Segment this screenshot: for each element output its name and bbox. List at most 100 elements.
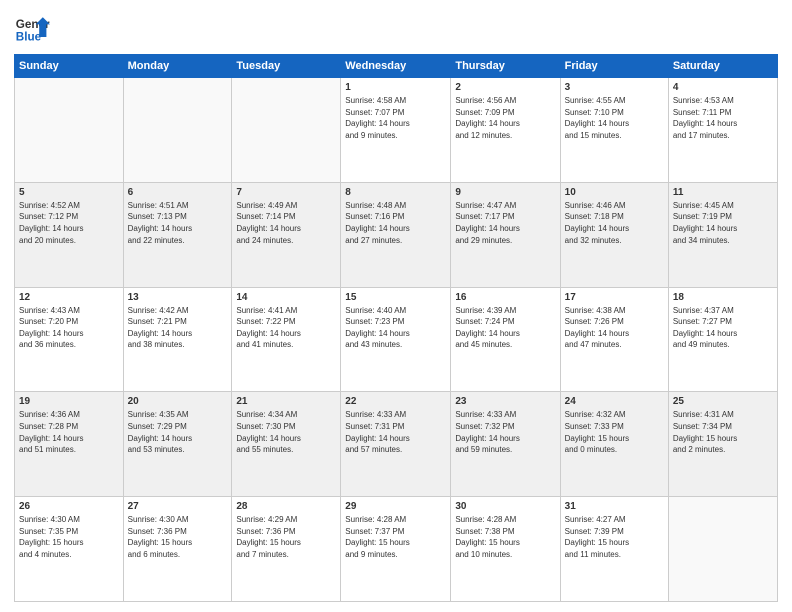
calendar-week-5: 26 Sunrise: 4:30 AM Sunset: 7:35 PM Dayli… (15, 497, 778, 602)
day-number: 15 (345, 292, 446, 303)
calendar-table: SundayMondayTuesdayWednesdayThursdayFrid… (14, 54, 778, 602)
calendar-cell (15, 78, 124, 183)
day-info: Sunrise: 4:33 AM Sunset: 7:31 PM Dayligh… (345, 409, 446, 455)
day-number: 14 (236, 292, 336, 303)
weekday-sunday: Sunday (15, 55, 124, 78)
calendar-cell: 11 Sunrise: 4:45 AM Sunset: 7:19 PM Dayli… (668, 182, 777, 287)
day-number: 6 (128, 187, 228, 198)
calendar-cell: 18Sunrise: 4:37 AM Sunset: 7:27 PM Dayli… (668, 287, 777, 392)
day-info: Sunrise: 4:53 AM Sunset: 7:11 PM Dayligh… (673, 95, 773, 141)
header: General Blue (14, 10, 778, 46)
day-info: Sunrise: 4:30 AM Sunset: 7:35 PM Dayligh… (19, 514, 119, 560)
calendar-cell: 12 Sunrise: 4:43 AM Sunset: 7:20 PM Dayli… (15, 287, 124, 392)
day-number: 17 (565, 292, 664, 303)
day-number: 26 (19, 501, 119, 512)
day-number: 20 (128, 396, 228, 407)
calendar-week-1: 1 Sunrise: 4:58 AM Sunset: 7:07 PM Daylig… (15, 78, 778, 183)
calendar-cell: 6Sunrise: 4:51 AM Sunset: 7:13 PM Daylig… (123, 182, 232, 287)
calendar-cell: 2 Sunrise: 4:56 AM Sunset: 7:09 PM Daylig… (451, 78, 560, 183)
day-number: 22 (345, 396, 446, 407)
day-info: Sunrise: 4:40 AM Sunset: 7:23 PM Dayligh… (345, 305, 446, 351)
day-info: Sunrise: 4:29 AM Sunset: 7:36 PM Dayligh… (236, 514, 336, 560)
day-info: Sunrise: 4:52 AM Sunset: 7:12 PM Dayligh… (19, 200, 119, 246)
day-number: 7 (236, 187, 336, 198)
day-info: Sunrise: 4:38 AM Sunset: 7:26 PM Dayligh… (565, 305, 664, 351)
calendar-cell: 21 Sunrise: 4:34 AM Sunset: 7:30 PM Dayli… (232, 392, 341, 497)
weekday-header-row: SundayMondayTuesdayWednesdayThursdayFrid… (15, 55, 778, 78)
day-number: 4 (673, 82, 773, 93)
calendar-week-3: 12 Sunrise: 4:43 AM Sunset: 7:20 PM Dayli… (15, 287, 778, 392)
day-number: 10 (565, 187, 664, 198)
day-number: 28 (236, 501, 336, 512)
day-info: Sunrise: 4:41 AM Sunset: 7:22 PM Dayligh… (236, 305, 336, 351)
day-info: Sunrise: 4:58 AM Sunset: 7:07 PM Dayligh… (345, 95, 446, 141)
svg-text:Blue: Blue (16, 31, 42, 44)
calendar-cell: 3Sunrise: 4:55 AM Sunset: 7:10 PM Daylig… (560, 78, 668, 183)
calendar-cell: 1 Sunrise: 4:58 AM Sunset: 7:07 PM Daylig… (341, 78, 451, 183)
calendar-week-2: 5 Sunrise: 4:52 AM Sunset: 7:12 PM Daylig… (15, 182, 778, 287)
day-info: Sunrise: 4:27 AM Sunset: 7:39 PM Dayligh… (565, 514, 664, 560)
day-info: Sunrise: 4:43 AM Sunset: 7:20 PM Dayligh… (19, 305, 119, 351)
day-info: Sunrise: 4:48 AM Sunset: 7:16 PM Dayligh… (345, 200, 446, 246)
day-info: Sunrise: 4:34 AM Sunset: 7:30 PM Dayligh… (236, 409, 336, 455)
weekday-friday: Friday (560, 55, 668, 78)
calendar-cell: 27 Sunrise: 4:30 AM Sunset: 7:36 PM Dayli… (123, 497, 232, 602)
day-number: 1 (345, 82, 446, 93)
calendar-cell: 20Sunrise: 4:35 AM Sunset: 7:29 PM Dayli… (123, 392, 232, 497)
calendar-cell: 22 Sunrise: 4:33 AM Sunset: 7:31 PM Dayli… (341, 392, 451, 497)
logo-icon: General Blue (14, 10, 50, 46)
day-info: Sunrise: 4:30 AM Sunset: 7:36 PM Dayligh… (128, 514, 228, 560)
day-info: Sunrise: 4:56 AM Sunset: 7:09 PM Dayligh… (455, 95, 555, 141)
weekday-tuesday: Tuesday (232, 55, 341, 78)
day-number: 13 (128, 292, 228, 303)
day-number: 5 (19, 187, 119, 198)
calendar-cell: 28 Sunrise: 4:29 AM Sunset: 7:36 PM Dayli… (232, 497, 341, 602)
day-number: 11 (673, 187, 773, 198)
day-info: Sunrise: 4:42 AM Sunset: 7:21 PM Dayligh… (128, 305, 228, 351)
calendar-cell: 31 Sunrise: 4:27 AM Sunset: 7:39 PM Dayli… (560, 497, 668, 602)
day-info: Sunrise: 4:32 AM Sunset: 7:33 PM Dayligh… (565, 409, 664, 455)
calendar-week-4: 19 Sunrise: 4:36 AM Sunset: 7:28 PM Dayli… (15, 392, 778, 497)
day-number: 2 (455, 82, 555, 93)
day-number: 12 (19, 292, 119, 303)
day-number: 8 (345, 187, 446, 198)
calendar-cell: 14 Sunrise: 4:41 AM Sunset: 7:22 PM Dayli… (232, 287, 341, 392)
calendar-cell: 17 Sunrise: 4:38 AM Sunset: 7:26 PM Dayli… (560, 287, 668, 392)
day-info: Sunrise: 4:47 AM Sunset: 7:17 PM Dayligh… (455, 200, 555, 246)
day-number: 9 (455, 187, 555, 198)
logo: General Blue (14, 10, 50, 46)
calendar-cell: 23 Sunrise: 4:33 AM Sunset: 7:32 PM Dayli… (451, 392, 560, 497)
calendar-cell: 16Sunrise: 4:39 AM Sunset: 7:24 PM Dayli… (451, 287, 560, 392)
day-info: Sunrise: 4:37 AM Sunset: 7:27 PM Dayligh… (673, 305, 773, 351)
weekday-saturday: Saturday (668, 55, 777, 78)
calendar-cell: 26 Sunrise: 4:30 AM Sunset: 7:35 PM Dayli… (15, 497, 124, 602)
calendar-cell (668, 497, 777, 602)
day-number: 29 (345, 501, 446, 512)
calendar-cell: 8 Sunrise: 4:48 AM Sunset: 7:16 PM Daylig… (341, 182, 451, 287)
calendar-cell: 10Sunrise: 4:46 AM Sunset: 7:18 PM Dayli… (560, 182, 668, 287)
calendar-cell: 24Sunrise: 4:32 AM Sunset: 7:33 PM Dayli… (560, 392, 668, 497)
day-info: Sunrise: 4:33 AM Sunset: 7:32 PM Dayligh… (455, 409, 555, 455)
day-info: Sunrise: 4:49 AM Sunset: 7:14 PM Dayligh… (236, 200, 336, 246)
day-number: 19 (19, 396, 119, 407)
weekday-wednesday: Wednesday (341, 55, 451, 78)
calendar-cell: 7 Sunrise: 4:49 AM Sunset: 7:14 PM Daylig… (232, 182, 341, 287)
day-number: 31 (565, 501, 664, 512)
day-number: 21 (236, 396, 336, 407)
calendar-cell: 9 Sunrise: 4:47 AM Sunset: 7:17 PM Daylig… (451, 182, 560, 287)
calendar-cell: 4 Sunrise: 4:53 AM Sunset: 7:11 PM Daylig… (668, 78, 777, 183)
day-info: Sunrise: 4:31 AM Sunset: 7:34 PM Dayligh… (673, 409, 773, 455)
day-number: 27 (128, 501, 228, 512)
day-info: Sunrise: 4:45 AM Sunset: 7:19 PM Dayligh… (673, 200, 773, 246)
calendar-cell: 19 Sunrise: 4:36 AM Sunset: 7:28 PM Dayli… (15, 392, 124, 497)
day-number: 23 (455, 396, 555, 407)
day-info: Sunrise: 4:36 AM Sunset: 7:28 PM Dayligh… (19, 409, 119, 455)
calendar-cell (232, 78, 341, 183)
calendar-cell: 5 Sunrise: 4:52 AM Sunset: 7:12 PM Daylig… (15, 182, 124, 287)
calendar-cell: 25Sunrise: 4:31 AM Sunset: 7:34 PM Dayli… (668, 392, 777, 497)
weekday-monday: Monday (123, 55, 232, 78)
page: General Blue SundayMondayTuesdayWednesda… (0, 0, 792, 612)
calendar-cell: 30Sunrise: 4:28 AM Sunset: 7:38 PM Dayli… (451, 497, 560, 602)
day-number: 3 (565, 82, 664, 93)
calendar-cell (123, 78, 232, 183)
